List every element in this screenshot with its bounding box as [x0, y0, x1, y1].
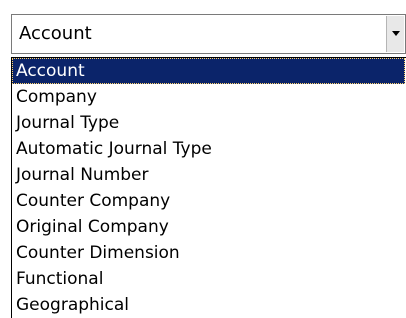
list-option-original-company[interactable]: Original Company [12, 214, 405, 240]
list-option-counter-dimension[interactable]: Counter Dimension [12, 240, 405, 266]
list-option-geographical[interactable]: Geographical [12, 292, 405, 318]
screenshot-canvas: Account Account Company Journal Type Aut… [0, 0, 406, 318]
list-option-company[interactable]: Company [12, 84, 405, 110]
list-option-account[interactable]: Account [12, 58, 405, 84]
list-option-counter-company[interactable]: Counter Company [12, 188, 405, 214]
dimension-select[interactable]: Account [11, 14, 406, 54]
dropdown-list[interactable]: Account Company Journal Type Automatic J… [11, 57, 406, 318]
select-current-value: Account [19, 23, 92, 44]
chevron-down-icon [392, 31, 400, 36]
list-option-journal-number[interactable]: Journal Number [12, 162, 405, 188]
list-option-automatic-journal-type[interactable]: Automatic Journal Type [12, 136, 405, 162]
list-option-functional[interactable]: Functional [12, 266, 405, 292]
dropdown-button[interactable] [386, 16, 404, 52]
list-option-journal-type[interactable]: Journal Type [12, 110, 405, 136]
